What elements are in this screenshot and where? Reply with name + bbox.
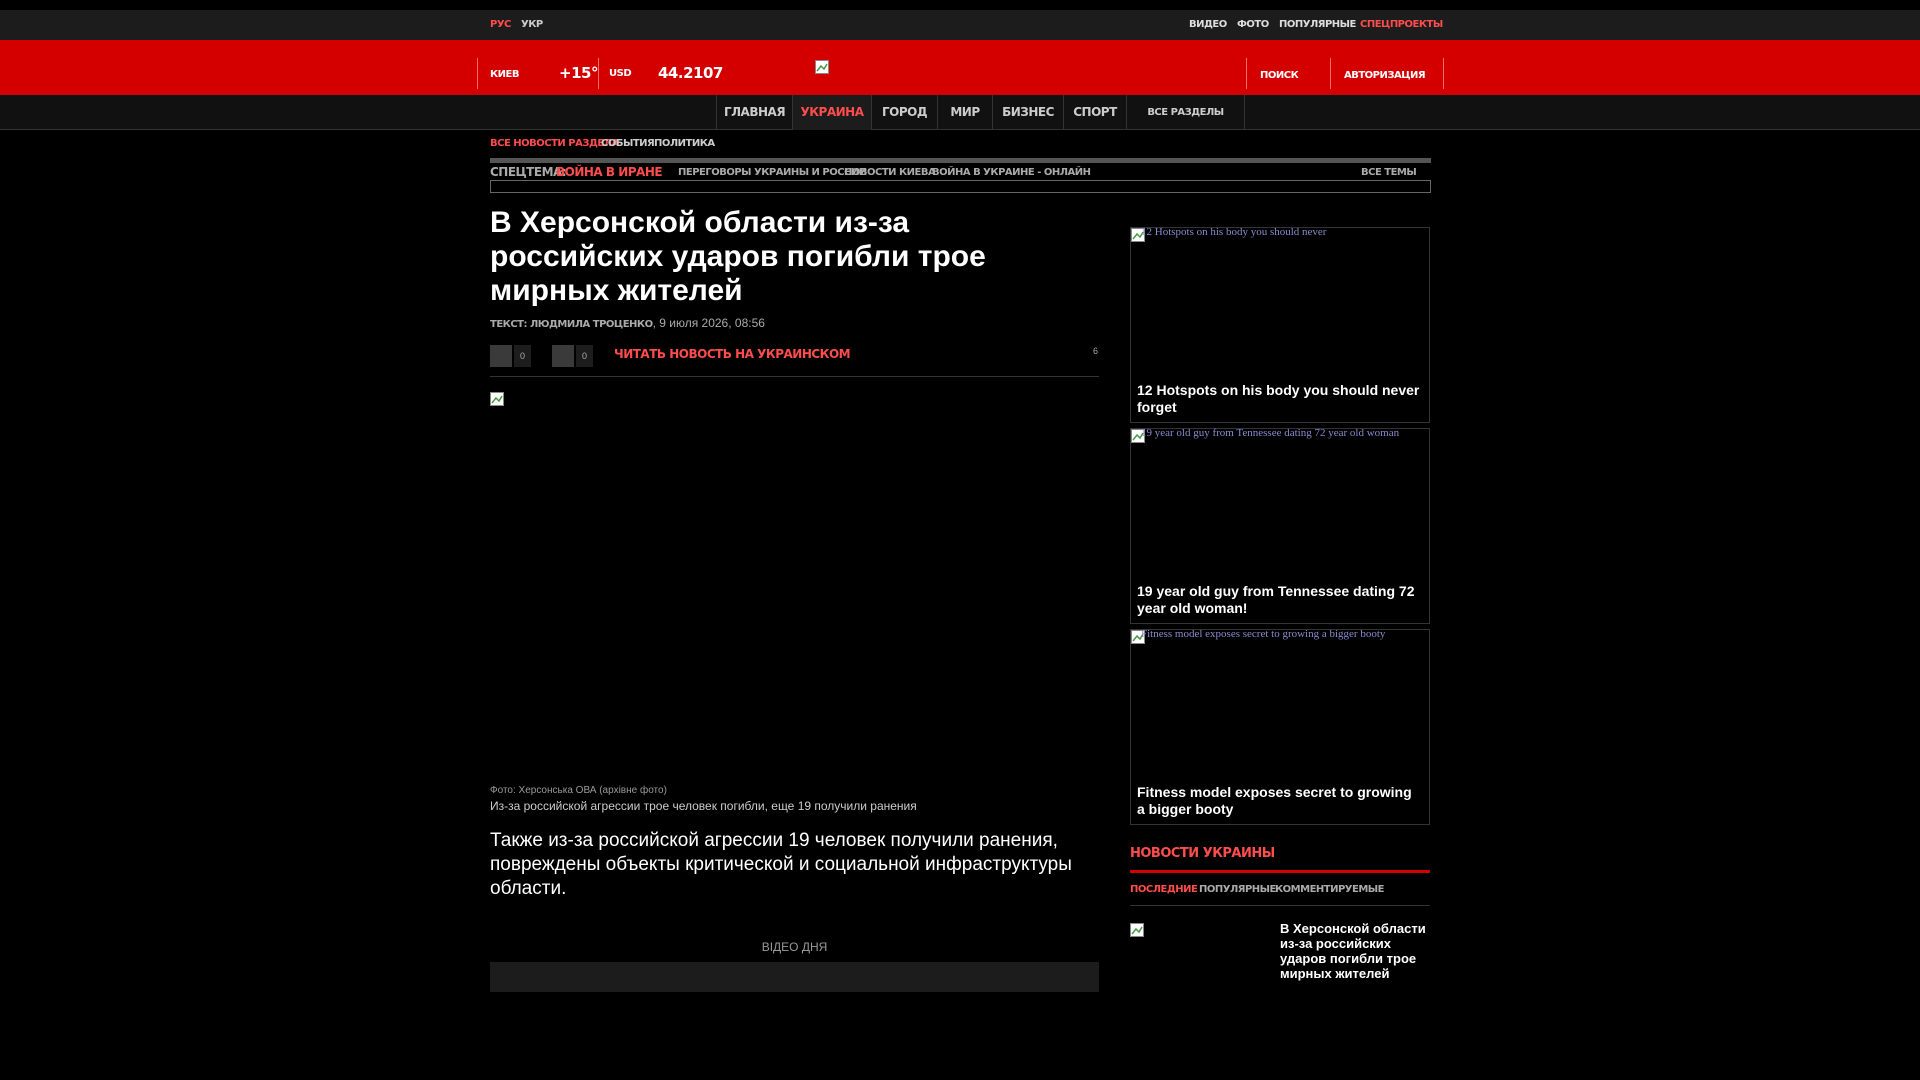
nav-ukraine[interactable]: УКРАИНА [792,95,871,130]
special-theme-item[interactable]: ПЕРЕГОВОРЫ УКРАИНЫ И РОССИИ [678,167,867,178]
broken-image-icon [490,392,504,406]
tab-commented[interactable]: КОММЕНТИРУЕМЫЕ [1275,884,1384,895]
article-date: 9 июля 2026, 08:56 [659,316,765,330]
nav-city[interactable]: ГОРОД [871,95,937,130]
tab-latest[interactable]: ПОСЛЕДНИЕ [1130,884,1198,895]
share-telegram-icon[interactable] [552,345,574,367]
weather-city: КИЕВ [490,69,520,80]
subnav-politics[interactable]: ПОЛИТИКА [654,138,715,149]
views-count: 6 [1093,346,1099,356]
nav-sport[interactable]: СПОРТ [1063,95,1126,130]
special-theme-item[interactable]: ВОЙНА В УКРАИНЕ - ОНЛАЙН [932,167,1091,178]
read-in-ukrainian-link[interactable]: ЧИТАТЬ НОВОСТЬ НА УКРАИНСКОМ [614,347,851,361]
nav-all-sections[interactable]: ВСЕ РАЗДЕЛЫ [1126,95,1245,130]
top-strip [0,10,1920,40]
subnav-events[interactable]: СОБЫТИЯ [601,138,655,149]
special-theme-box [490,180,1431,193]
article-lead: Также из-за российской агрессии 19 челов… [490,830,1072,899]
logo-image-icon[interactable] [815,60,829,74]
promo-card[interactable]: 12 Hotspots on his body you should never… [1130,226,1430,423]
header-bar [0,40,1920,95]
search-button[interactable]: ПОИСК [1260,70,1299,81]
nav-main[interactable]: ГЛАВНАЯ [716,95,792,130]
currency-code: USD [609,68,632,79]
special-theme-rule [490,158,1431,163]
topnav-special[interactable]: СПЕЦПРОЕКТЫ [1360,19,1443,30]
broken-image-icon[interactable] [1130,923,1144,937]
promo-alt-text: Fitness model exposes secret to growing … [1141,628,1386,640]
promo-alt-text: 19 year old guy from Tennessee dating 72… [1141,427,1400,439]
lang-rus[interactable]: РУС [490,19,511,30]
share-count: 0 [514,345,532,367]
tab-popular[interactable]: ПОПУЛЯРНЫЕ [1199,884,1276,895]
header-separator [477,58,478,89]
topnav-photo[interactable]: ФОТО [1237,19,1269,30]
weather-temp: +15° [559,64,598,82]
all-themes-link[interactable]: ВСЕ ТЕМЫ [1361,167,1417,178]
promo-alt-text: 12 Hotspots on his body you should never [1141,226,1327,238]
article-author[interactable]: ТЕКСТ: ЛЮДМИЛА ТРОЦЕНКО [490,319,653,330]
promo-title[interactable]: 12 Hotspots on his body you should never… [1137,382,1422,416]
video-of-day-label: ВІДЕО ДНЯ [761,940,828,954]
lang-ukr[interactable]: УКР [521,19,543,30]
sidebar-news-item[interactable]: В Херсонской области из-за российских уд… [1280,921,1430,981]
nav-world[interactable]: МИР [937,95,992,130]
sidebar-tabs-rule [1130,905,1430,906]
topnav-popular[interactable]: ПОПУЛЯРНЫЕ [1279,19,1356,30]
special-theme-prefix: СПЕЦТЕМА: [490,165,567,179]
header-separator [1443,58,1444,89]
article-divider [490,376,1099,377]
promo-title[interactable]: 19 year old guy from Tennessee dating 72… [1137,583,1422,617]
special-theme-highlight[interactable]: ВОЙНА В ИРАНЕ [556,165,663,179]
sidebar-news-rule [1130,870,1430,873]
promo-card[interactable]: 19 year old guy from Tennessee dating 72… [1130,427,1430,624]
article-headline: В Херсонской области из-за российских уд… [490,206,986,307]
header-separator [598,58,599,89]
subnav-all-news[interactable]: ВСЕ НОВОСТИ РАЗДЕЛА [490,138,619,149]
nav-business[interactable]: БИЗНЕС [992,95,1063,130]
currency-rate: 44.2107 [658,64,723,82]
photo-credit: Фото: Херсонська ОВА (архівне фото) [490,785,667,796]
photo-caption: Из-за российской агрессии трое человек п… [490,799,917,813]
header-separator [1330,58,1331,89]
promo-title[interactable]: Fitness model exposes secret to growing … [1137,784,1422,818]
auth-button[interactable]: АВТОРИЗАЦИЯ [1344,70,1426,81]
share-facebook-icon[interactable] [490,345,512,367]
topnav-video[interactable]: ВИДЕО [1189,19,1227,30]
article-byline: ТЕКСТ: ЛЮДМИЛА ТРОЦЕНКО, 9 июля 2026, 08… [490,316,765,330]
sidebar-news-heading[interactable]: НОВОСТИ УКРАИНЫ [1130,846,1275,861]
video-player[interactable] [490,962,1099,992]
header-separator [1246,58,1247,89]
special-theme-item[interactable]: НОВОСТИ КИЕВА [844,167,936,178]
promo-card[interactable]: Fitness model exposes secret to growing … [1130,628,1430,825]
article-photo [490,392,1099,777]
share-count: 0 [576,345,594,367]
